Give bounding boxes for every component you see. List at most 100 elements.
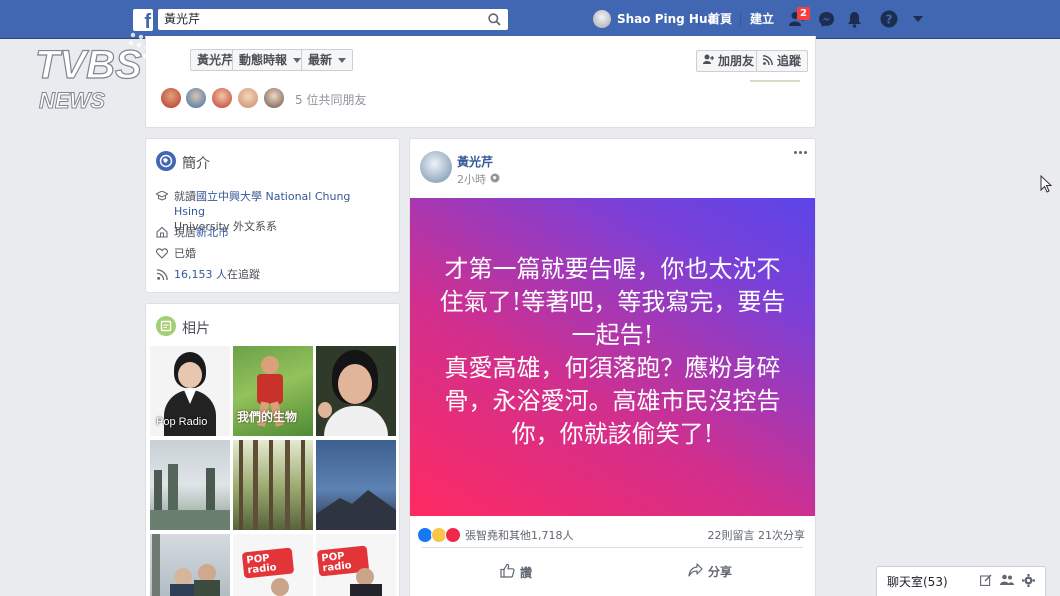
post-card: 黃光芹 2小時 才第一篇就要告喔，你也太沈不 住氣了!等著吧，等我寫完，要告 一…	[409, 138, 816, 596]
lives-prefix: 現居	[174, 226, 196, 239]
search-input[interactable]	[158, 9, 508, 30]
post-content-line: 真愛高雄，何須落跑？應粉身碎	[444, 354, 781, 382]
photo-thumbnail[interactable]	[233, 440, 313, 530]
followers-count-link[interactable]: 16,153 人	[174, 268, 227, 281]
like-button[interactable]: 讚	[500, 563, 532, 581]
share-arrow-icon	[688, 563, 703, 580]
tvbs-news-watermark-logo: TVBS NEWS	[34, 32, 176, 114]
mouse-cursor-icon	[1040, 175, 1052, 193]
friend-requests-badge: 2	[797, 7, 810, 20]
mutual-friend-avatar[interactable]	[184, 86, 208, 110]
profile-header: 黃光芹 動態時報 最新 加朋友 追蹤	[145, 36, 816, 128]
chat-sidebar-bar[interactable]: 聊天室(53)	[876, 566, 1046, 596]
intro-card: 簡介 就讀國立中興大學 National Chung Hsing Universi…	[145, 138, 400, 293]
photos-icon	[156, 316, 176, 336]
mutual-friend-avatar[interactable]	[262, 86, 286, 110]
add-friend-button[interactable]: 加朋友	[696, 50, 762, 72]
photo-thumbnail[interactable]	[316, 346, 396, 436]
mutual-friend-avatar[interactable]	[210, 86, 234, 110]
follow-label: 追蹤	[777, 54, 802, 68]
notifications-bell-icon[interactable]	[844, 9, 864, 29]
user-name: Shao Ping Hua	[617, 12, 716, 26]
intro-followers: 16,153 人在追蹤	[156, 267, 260, 282]
chevron-down-icon	[293, 57, 302, 63]
post-content-line: 住氣了!等著吧，等我寫完，要告	[439, 288, 786, 316]
create-group-icon[interactable]	[1000, 574, 1014, 589]
heart-icon	[156, 246, 168, 260]
photo-caption: 我們的生物	[237, 410, 298, 424]
photo-thumbnail[interactable]: Pop Radio	[150, 346, 230, 436]
timeline-dropdown[interactable]: 動態時報	[232, 49, 309, 71]
home-icon	[156, 225, 168, 239]
help-icon[interactable]: ?	[879, 9, 899, 29]
follow-button[interactable]: 追蹤	[756, 50, 809, 72]
thumbs-up-icon	[500, 563, 515, 581]
post-author-name[interactable]: 黃光芹	[457, 153, 493, 170]
latest-dropdown-label: 最新	[308, 53, 333, 67]
intro-title: 簡介	[182, 156, 210, 172]
photo-thumbnail[interactable]	[150, 534, 230, 596]
watermark-brand: TVBS	[35, 43, 142, 87]
love-reaction-icon	[445, 527, 461, 543]
create-link[interactable]: 建立	[750, 10, 774, 28]
post-content-line: 骨，永浴愛河。高雄市民沒控告	[444, 387, 781, 415]
facebook-logo-icon[interactable]: f	[133, 9, 153, 31]
gear-icon[interactable]	[1022, 573, 1035, 590]
chat-label: 聊天室(53)	[887, 575, 948, 589]
photo-thumbnail[interactable]: POP radio	[316, 534, 396, 596]
post-content-line: 一起告!	[571, 321, 654, 349]
post-reactions-summary[interactable]: 張智堯和其他1,718人	[417, 527, 574, 543]
user-avatar	[593, 10, 611, 28]
globe-public-icon	[490, 173, 500, 186]
post-timestamp[interactable]: 2小時	[457, 171, 500, 187]
graduation-cap-icon	[156, 189, 168, 203]
post-options-more-icon[interactable]	[794, 151, 807, 154]
search-icon[interactable]	[481, 9, 508, 30]
chevron-down-icon	[338, 57, 347, 63]
globe-icon	[156, 151, 176, 171]
comments-shares-count[interactable]: 22則留言 21次分享	[708, 527, 806, 543]
home-link[interactable]: 首頁	[708, 10, 732, 28]
svg-text:?: ?	[886, 13, 893, 27]
photo-thumbnail[interactable]: 我們的生物	[233, 346, 313, 436]
share-button[interactable]: 分享	[688, 563, 732, 580]
mutual-friends-count[interactable]: 5 位共同朋友	[295, 91, 366, 108]
latest-dropdown[interactable]: 最新	[301, 49, 354, 71]
post-content-line: 才第一篇就要告喔，你也太沈不	[444, 255, 781, 283]
nav-divider	[740, 12, 741, 26]
lives-link[interactable]: 新北市	[196, 226, 229, 239]
new-message-compose-icon[interactable]	[980, 574, 992, 589]
watermark-sub: NEWS	[39, 88, 105, 113]
nav-divider	[698, 12, 699, 26]
post-time-label: 2小時	[457, 173, 486, 186]
intro-relationship: 已婚	[156, 246, 196, 261]
photo-thumbnail[interactable]: POP radio	[233, 534, 313, 596]
account-menu-chevron-down-icon[interactable]	[908, 9, 928, 29]
relationship-status: 已婚	[174, 247, 196, 260]
add-friend-icon	[703, 51, 714, 71]
add-friend-label: 加朋友	[718, 54, 755, 68]
education-prefix: 就讀	[174, 190, 196, 203]
profile-name-tab-label: 黃光芹	[197, 53, 234, 67]
like-label: 讚	[520, 565, 533, 580]
post-author-avatar[interactable]	[420, 151, 452, 183]
rss-follow-icon	[762, 51, 773, 71]
photo-caption: Pop Radio	[156, 416, 208, 428]
timeline-dropdown-label: 動態時報	[239, 53, 288, 67]
post-content: 才第一篇就要告喔，你也太沈不 住氣了!等著吧，等我寫完，要告 一起告! 真愛高雄…	[433, 253, 793, 451]
photo-thumbnail[interactable]	[316, 440, 396, 530]
share-label: 分享	[708, 565, 733, 579]
photo-thumbnail[interactable]	[150, 440, 230, 530]
education-link[interactable]: 國立中興大學 National Chung Hsing	[174, 190, 350, 218]
messenger-icon[interactable]	[816, 9, 836, 29]
rss-followers-icon	[156, 267, 168, 281]
tab-underline	[750, 80, 800, 82]
post-text-background[interactable]: 才第一篇就要告喔，你也太沈不 住氣了!等著吧，等我寫完，要告 一起告! 真愛高雄…	[410, 198, 815, 516]
reactions-text: 張智堯和其他1,718人	[465, 529, 574, 542]
photos-title: 相片	[182, 321, 210, 337]
followers-suffix: 在追蹤	[227, 268, 260, 281]
post-divider	[422, 547, 803, 548]
intro-lives-in: 現居新北市	[156, 225, 229, 240]
mutual-friend-avatar[interactable]	[236, 86, 260, 110]
post-content-line: 你，你就該偷笑了!	[511, 420, 714, 448]
